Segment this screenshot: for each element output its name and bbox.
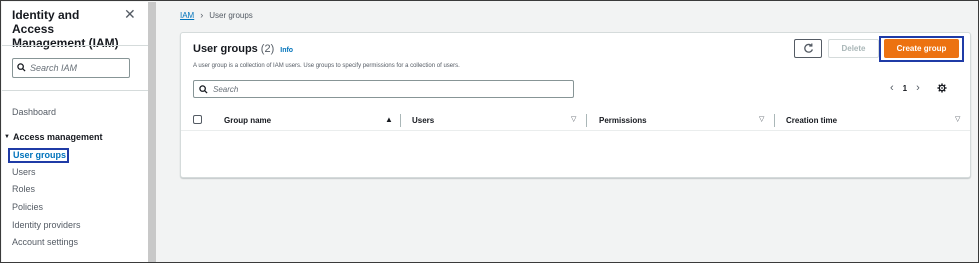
create-group-button[interactable]: Create group [884, 39, 959, 58]
page-title: User groups [193, 43, 258, 55]
caret-down-icon: ▼ [4, 134, 10, 140]
column-divider[interactable] [774, 114, 775, 127]
panel-header: User groups (2) Info [193, 43, 293, 55]
sort-icon[interactable]: ▽ [571, 115, 576, 123]
sidebar: Identity and Access Management (IAM) ✕ D… [2, 2, 148, 262]
panel-description: A user group is a collection of IAM user… [193, 63, 460, 69]
search-icon [17, 59, 26, 77]
group-count: (2) [260, 43, 275, 55]
search-box[interactable] [193, 80, 574, 98]
browser-frame: Identity and Access Management (IAM) ✕ D… [0, 0, 979, 263]
column-header-permissions[interactable]: Permissions [599, 116, 647, 125]
info-link[interactable]: Info [280, 47, 293, 54]
column-header-creation-time[interactable]: Creation time [786, 116, 837, 125]
sidebar-item-account-settings[interactable]: Account settings [12, 237, 78, 247]
sidebar-section-access-management[interactable]: ▼ Access management [4, 132, 103, 142]
pagination: ‹ 1 › [890, 82, 947, 94]
sidebar-section-label: Access management [12, 132, 103, 142]
sidebar-item-dashboard[interactable]: Dashboard [12, 107, 56, 117]
sidebar-item-identity-providers[interactable]: Identity providers [12, 220, 81, 230]
refresh-icon [803, 43, 814, 54]
column-header-group-name[interactable]: Group name [224, 116, 271, 125]
close-icon[interactable]: ✕ [124, 6, 136, 22]
chevron-right-icon: › [200, 10, 204, 20]
sidebar-divider [2, 45, 148, 46]
chevron-left-icon[interactable]: ‹ [890, 82, 894, 94]
search-input[interactable] [213, 84, 563, 94]
sort-icon[interactable]: ▽ [955, 115, 960, 123]
table-header: Group name ▲ Users ▽ Permissions ▽ Creat… [181, 111, 970, 131]
column-divider[interactable] [586, 114, 587, 127]
delete-button[interactable]: Delete [828, 39, 879, 58]
sidebar-item-users[interactable]: Users [12, 167, 36, 177]
sidebar-item-policies[interactable]: Policies [12, 202, 43, 212]
sidebar-item-user-groups[interactable]: User groups [8, 148, 69, 163]
sidebar-divider [2, 90, 148, 91]
sort-icon[interactable]: ▽ [759, 115, 764, 123]
breadcrumb-iam-link[interactable]: IAM [180, 11, 194, 20]
sidebar-search-input[interactable] [30, 63, 126, 73]
sort-ascending-icon[interactable]: ▲ [385, 115, 393, 124]
sidebar-item-roles[interactable]: Roles [12, 184, 35, 194]
sidebar-search[interactable] [12, 58, 130, 78]
search-icon [199, 84, 208, 94]
refresh-button[interactable] [794, 39, 822, 58]
page-number[interactable]: 1 [903, 84, 907, 93]
gear-icon[interactable] [937, 83, 947, 93]
select-all-checkbox[interactable] [193, 115, 202, 124]
sidebar-scrollbar[interactable] [148, 2, 156, 262]
chevron-right-icon[interactable]: › [916, 82, 920, 94]
column-divider[interactable] [400, 114, 401, 127]
user-groups-panel: User groups (2) Info A user group is a c… [180, 32, 971, 178]
breadcrumb: IAM › User groups [180, 10, 253, 20]
sidebar-title: Identity and Access Management (IAM) [12, 8, 119, 50]
column-header-users[interactable]: Users [412, 116, 434, 125]
breadcrumb-current: User groups [209, 10, 253, 20]
